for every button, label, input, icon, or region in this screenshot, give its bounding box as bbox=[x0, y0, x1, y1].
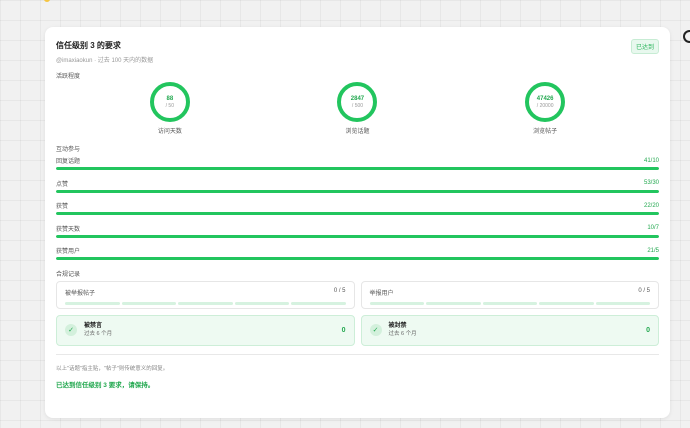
progress-ring: 88 / 50 bbox=[149, 82, 190, 122]
status-dot-icon bbox=[44, 0, 50, 2]
check-icon: ✓ bbox=[369, 324, 382, 336]
circle-label: 浏览帖子 bbox=[533, 129, 558, 135]
penalty-period: 过去 6 个月 bbox=[388, 331, 417, 337]
compliance-section-label: 合规记录 bbox=[56, 271, 81, 278]
progress-track bbox=[56, 189, 659, 193]
segment-bar bbox=[369, 301, 650, 305]
ring-required: / 50 bbox=[165, 102, 174, 109]
progress-fill bbox=[56, 234, 659, 238]
bar-liked-days: 获赞天数 10/7 bbox=[56, 222, 659, 245]
ring-value: 47426 bbox=[536, 95, 554, 102]
circle-label: 浏览话题 bbox=[345, 129, 370, 135]
circle-visit-days: 88 / 50 访问天数 bbox=[140, 82, 200, 140]
divider bbox=[56, 353, 659, 355]
ring-required: / 20000 bbox=[536, 102, 554, 109]
bar-label: 点赞 bbox=[56, 181, 69, 188]
report-value: 0 / 5 bbox=[333, 287, 346, 294]
bar-label: 获赞天数 bbox=[56, 226, 81, 233]
bar-label: 回复话题 bbox=[56, 159, 81, 165]
penalty-period: 过去 6 个月 bbox=[84, 331, 113, 337]
progress-track bbox=[56, 167, 659, 170]
check-icon: ✓ bbox=[65, 324, 77, 336]
penalty-count: 0 bbox=[646, 326, 650, 334]
bar-value: 21/5 bbox=[647, 247, 659, 254]
ring-required: / 500 bbox=[351, 102, 364, 109]
bar-likes-given: 点赞 53/30 bbox=[56, 177, 659, 200]
circle-label: 访问天数 bbox=[157, 129, 182, 135]
bar-value: 10/7 bbox=[647, 225, 659, 231]
bar-value: 22/20 bbox=[643, 202, 659, 209]
activity-circles: 88 / 50 访问天数 2847 / 500 浏览话题 47426 / 200… bbox=[56, 82, 659, 140]
card-title: 信任级别 3 的要求 bbox=[56, 41, 121, 50]
report-label: 被举报帖子 bbox=[65, 290, 96, 297]
status-badge: 已达到 bbox=[630, 39, 659, 54]
top-partial-bar bbox=[44, 0, 50, 4]
circle-topics-viewed: 2847 / 500 浏览话题 bbox=[327, 82, 387, 140]
progress-ring: 47426 / 20000 bbox=[525, 82, 566, 122]
bar-label: 获赞用户 bbox=[56, 249, 81, 255]
bar-label: 获赞 bbox=[56, 204, 69, 210]
reported-users-box: 举报用户 0 / 5 bbox=[360, 280, 659, 309]
segment-bar bbox=[65, 301, 346, 305]
reported-posts-box: 被举报帖子 0 / 5 bbox=[56, 280, 355, 309]
interaction-section-label: 互动参与 bbox=[56, 147, 81, 153]
progress-fill bbox=[56, 167, 659, 170]
penalty-count: 0 bbox=[341, 326, 346, 334]
activity-section-label: 活跃程度 bbox=[56, 74, 81, 80]
bar-value: 41/10 bbox=[643, 157, 659, 164]
progress-ring: 2847 / 500 bbox=[337, 82, 378, 122]
card-header: 信任级别 3 的要求 已达到 bbox=[56, 39, 659, 54]
edge-circle-icon bbox=[683, 30, 690, 43]
bar-value: 53/30 bbox=[643, 180, 659, 186]
bar-likes-received: 获赞 22/20 bbox=[56, 199, 659, 222]
bar-replies: 回复话题 41/10 bbox=[56, 154, 659, 177]
report-label: 举报用户 bbox=[369, 290, 394, 297]
progress-track bbox=[56, 212, 659, 215]
suspended-box: ✓ 被封禁 过去 6 个月 0 bbox=[360, 314, 659, 346]
report-value: 0 / 5 bbox=[638, 287, 650, 294]
progress-fill bbox=[56, 189, 659, 193]
silenced-box: ✓ 被禁言 过去 6 个月 0 bbox=[56, 314, 355, 346]
final-status: 已达到信任级别 3 要求，请保持。 bbox=[56, 381, 155, 389]
penalty-title: 被禁言 bbox=[84, 323, 103, 329]
ring-value: 2847 bbox=[350, 95, 365, 102]
trust-level-card: 信任级别 3 的要求 已达到 @imaxiaokun · 过去 100 天内的数… bbox=[45, 27, 670, 418]
footer-note: 以上"话题"指主贴，"帖子"则传统意义的回复。 bbox=[56, 365, 169, 372]
circle-posts-viewed: 47426 / 20000 浏览帖子 bbox=[515, 82, 575, 140]
progress-fill bbox=[56, 257, 659, 260]
progress-track bbox=[56, 257, 659, 260]
progress-fill bbox=[56, 212, 659, 215]
bar-liked-users: 获赞用户 21/5 bbox=[56, 244, 659, 267]
interaction-bars: 回复话题 41/10 点赞 53/30 获赞 22/20 获赞天数 10/7 获赞用户 2… bbox=[56, 154, 659, 267]
ring-value: 88 bbox=[166, 95, 174, 102]
penalty-title: 被封禁 bbox=[388, 323, 407, 329]
card-subtitle: @imaxiaokun · 过去 100 天内的数据 bbox=[56, 58, 154, 64]
compliance-grid: 被举报帖子 0 / 5 举报用户 0 / 5 ✓ 被禁言 过去 6 个月 0 ✓ 被… bbox=[56, 280, 659, 346]
progress-track bbox=[56, 234, 659, 238]
